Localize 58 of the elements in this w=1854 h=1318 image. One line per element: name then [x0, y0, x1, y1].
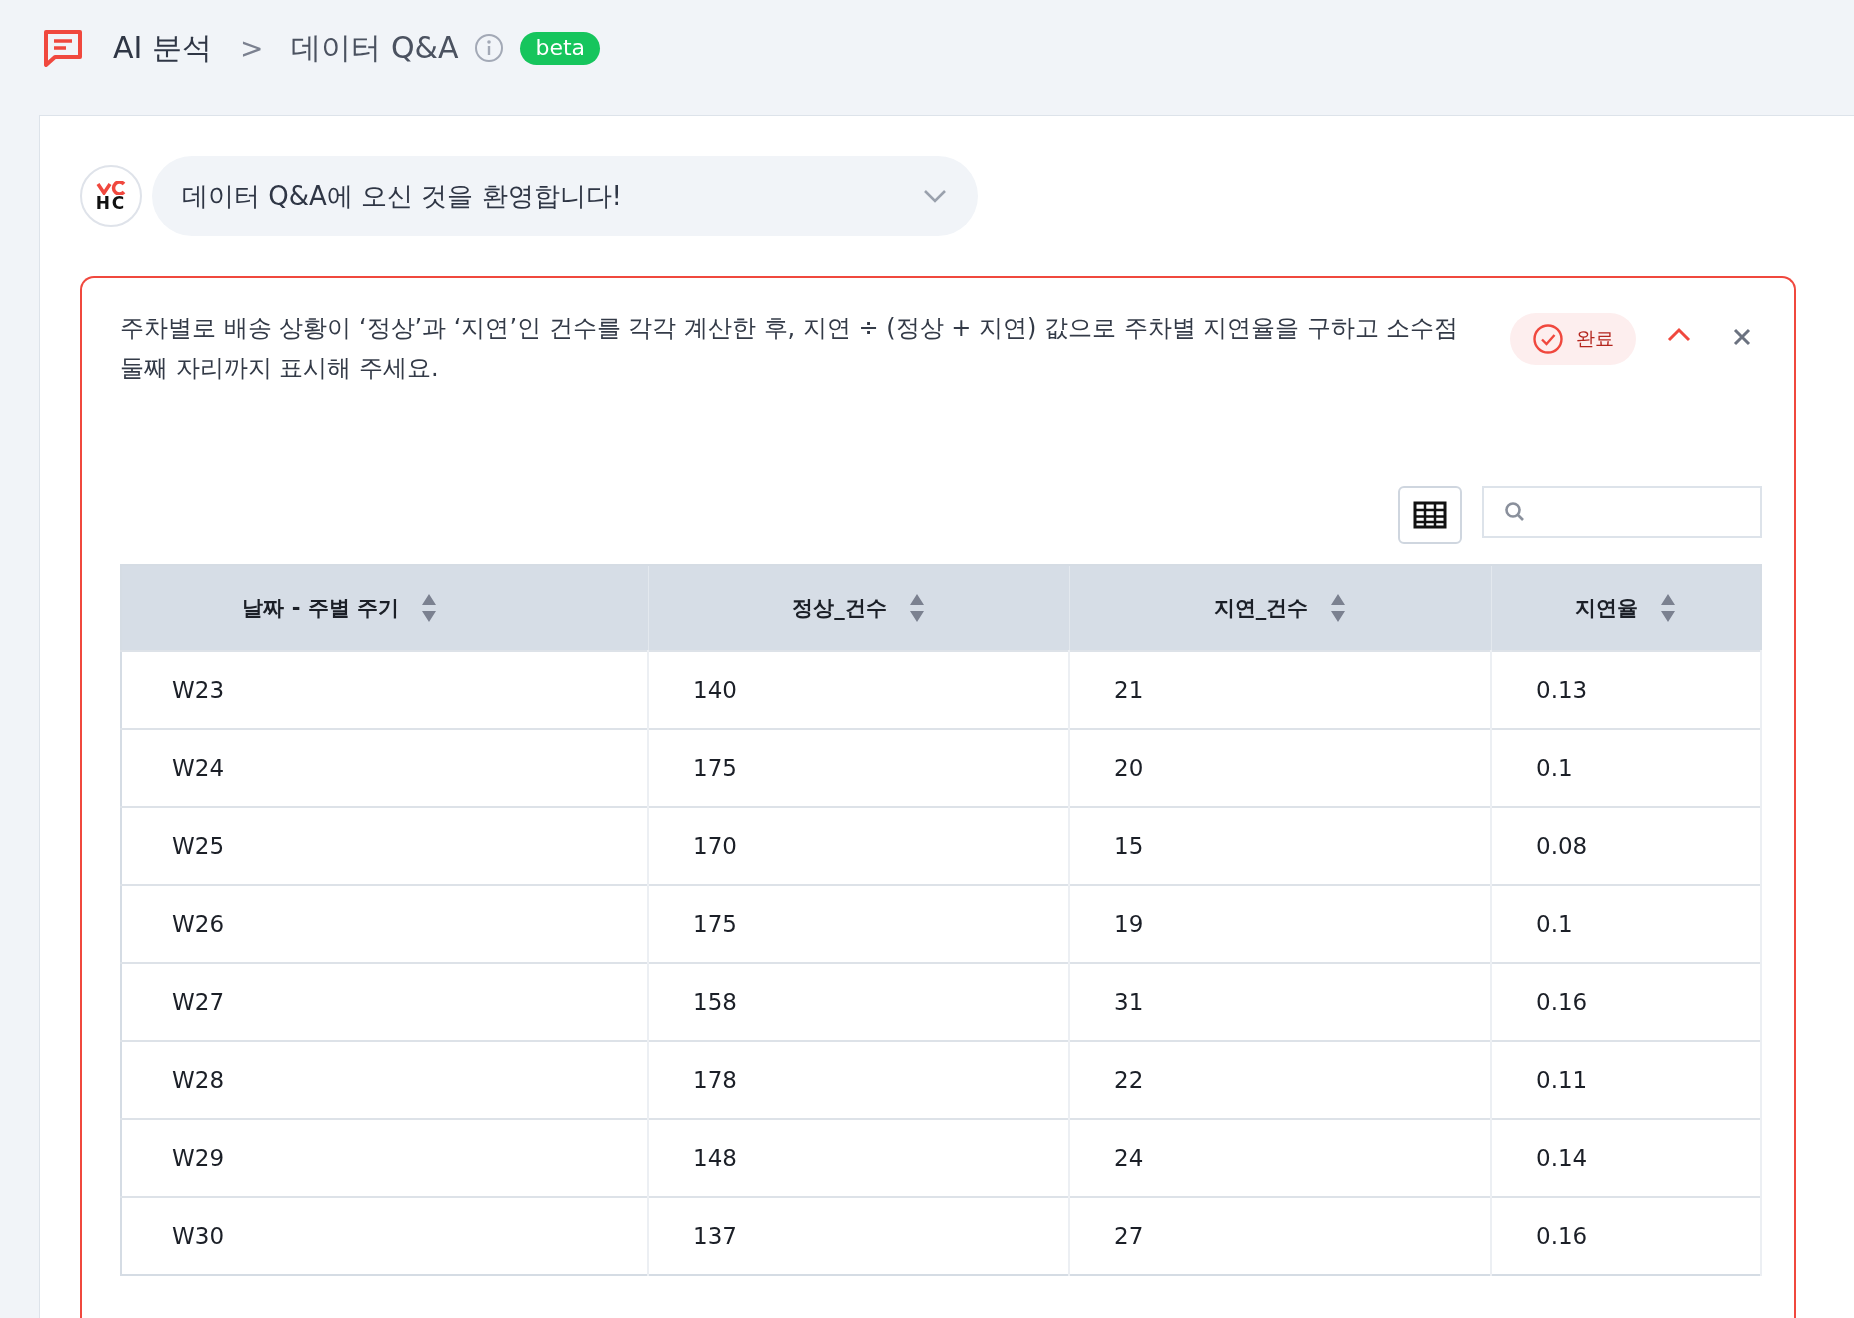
chevron-icon	[1666, 327, 1692, 343]
table-cell: 19	[1069, 885, 1491, 963]
close-icon	[1732, 327, 1752, 347]
table-cell: 170	[648, 807, 1069, 885]
table-cell: 24	[1069, 1119, 1491, 1197]
table-cell: 0.11	[1491, 1041, 1761, 1119]
breadcrumb-link[interactable]: AI 분석	[113, 27, 212, 69]
table-cell: W24	[121, 729, 648, 807]
sort-icon	[908, 593, 925, 623]
table-cell: W26	[121, 885, 648, 963]
table-cell: 175	[648, 729, 1069, 807]
check-circle-icon	[1532, 323, 1564, 355]
sort-icon	[421, 593, 438, 623]
table-cell: 22	[1069, 1041, 1491, 1119]
search-field[interactable]	[1482, 486, 1762, 538]
table-cell: 0.13	[1491, 651, 1761, 729]
table-cell: W25	[121, 807, 648, 885]
table-cell: W23	[121, 651, 648, 729]
table-view-button[interactable]	[1398, 486, 1462, 544]
table-cell: 20	[1069, 729, 1491, 807]
welcome-message[interactable]: 데이터 Q&A에 오신 것을 환영합니다!	[152, 156, 978, 236]
table-cell: 0.16	[1491, 963, 1761, 1041]
table-cell: 140	[648, 651, 1069, 729]
column-header[interactable]: 지연율	[1491, 565, 1761, 651]
table-cell: W30	[121, 1197, 648, 1275]
table-cell: 15	[1069, 807, 1491, 885]
sort-icon	[1660, 593, 1677, 623]
table-icon	[1413, 501, 1447, 529]
table-cell: W29	[121, 1119, 648, 1197]
table-cell: 175	[648, 885, 1069, 963]
table-cell: 0.16	[1491, 1197, 1761, 1275]
question-text: 주차별로 배송 상황이 ‘정상’과 ‘지연’인 건수를 각각 계산한 후, 지연 ÷ (정상 + 지연) 값으로 주차별 지연율을 구하고 소수점 둘째 자리까지 표시해 주세요.	[120, 313, 1460, 384]
column-header[interactable]: 날짜 - 주별 주기	[121, 565, 648, 651]
chat-icon	[43, 29, 83, 67]
table-cell: 137	[648, 1197, 1069, 1275]
table-cell: 0.1	[1491, 729, 1761, 807]
breadcrumb-separator: >	[239, 31, 264, 65]
chevron-down-icon	[922, 188, 948, 204]
table-cell: 31	[1069, 963, 1491, 1041]
table-cell: 158	[648, 963, 1069, 1041]
table-cell: 0.1	[1491, 885, 1761, 963]
table-cell: 21	[1069, 651, 1491, 729]
table-cell: 148	[648, 1119, 1069, 1197]
table-cell: 178	[648, 1041, 1069, 1119]
table-cell: 0.08	[1491, 807, 1761, 885]
sort-icon	[1330, 593, 1347, 623]
avatar-text: HC	[95, 194, 127, 212]
table-cell: 0.14	[1491, 1119, 1761, 1197]
search-icon	[1504, 501, 1526, 523]
beta-badge: beta	[520, 31, 601, 65]
table-cell: 27	[1069, 1197, 1491, 1275]
table-cell: W27	[121, 963, 648, 1041]
info-icon[interactable]	[474, 33, 505, 63]
column-header[interactable]: 지연_건수	[1069, 565, 1491, 651]
status-badge: 완료	[1510, 313, 1636, 365]
table-cell: W28	[121, 1041, 648, 1119]
column-header[interactable]: 정상_건수	[648, 565, 1069, 651]
page-title: 데이터 Q&A	[291, 28, 459, 67]
